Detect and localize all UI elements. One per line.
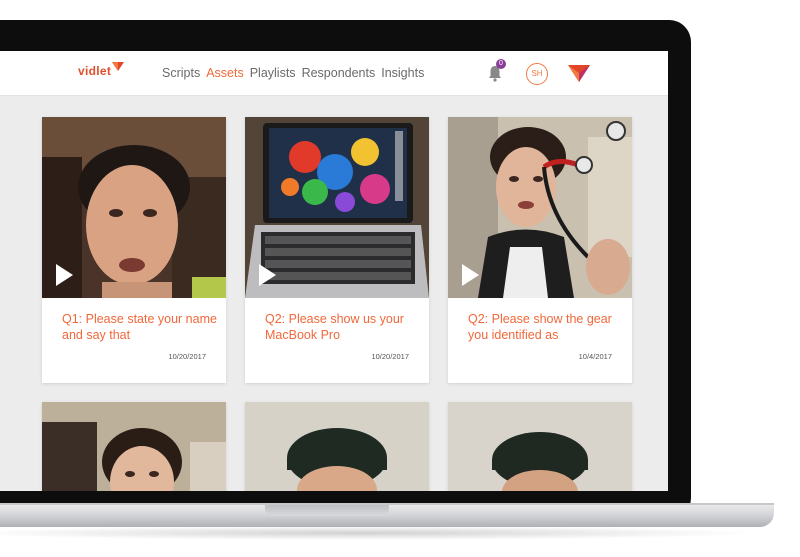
nav-assets[interactable]: Assets — [206, 66, 244, 80]
brand-menu-icon[interactable] — [568, 65, 590, 83]
main-nav: Scripts Assets Playlists Respondents Ins… — [162, 66, 430, 80]
asset-date: 10/20/2017 — [371, 352, 409, 361]
nav-scripts[interactable]: Scripts — [162, 66, 200, 80]
laptop-shadow — [0, 526, 760, 540]
woman-face-2-image — [42, 402, 226, 491]
stage: vidlet Scripts Assets Playlists Responde… — [0, 0, 800, 557]
nav-insights[interactable]: Insights — [381, 66, 424, 80]
asset-card[interactable]: Q2: Please show us your MacBook Pro 10/2… — [245, 117, 429, 383]
asset-date: 10/4/2017 — [578, 352, 612, 361]
play-icon[interactable] — [56, 264, 73, 286]
app-header: vidlet Scripts Assets Playlists Responde… — [0, 51, 668, 96]
laptop-screen: vidlet Scripts Assets Playlists Responde… — [0, 51, 668, 491]
user-avatar[interactable]: SH — [526, 63, 548, 85]
video-thumbnail[interactable] — [448, 402, 632, 491]
laptop-notch — [265, 505, 389, 516]
logo[interactable]: vidlet — [78, 62, 125, 78]
video-thumbnail[interactable] — [448, 117, 632, 298]
man-cap-2-image — [448, 402, 632, 491]
play-icon[interactable] — [259, 264, 276, 286]
notification-badge: 0 — [496, 59, 506, 69]
man-cap-image — [245, 402, 429, 491]
video-thumbnail[interactable] — [245, 402, 429, 491]
asset-card[interactable] — [245, 402, 429, 491]
video-thumbnail[interactable] — [245, 117, 429, 298]
logo-text: vidlet — [78, 64, 112, 78]
asset-card[interactable] — [448, 402, 632, 491]
asset-card[interactable]: Q1: Please state your name and say that … — [42, 117, 226, 383]
asset-date: 10/20/2017 — [168, 352, 206, 361]
logo-chevron-icon — [112, 62, 125, 71]
asset-title[interactable]: Q1: Please state your name and say that — [62, 311, 222, 343]
asset-card[interactable]: Q2: Please show the gear you identified … — [448, 117, 632, 383]
play-icon[interactable] — [462, 264, 479, 286]
asset-title[interactable]: Q2: Please show us your MacBook Pro — [265, 311, 425, 343]
asset-card[interactable] — [42, 402, 226, 491]
video-thumbnail[interactable] — [42, 402, 226, 491]
video-thumbnail[interactable] — [42, 117, 226, 298]
asset-title[interactable]: Q2: Please show the gear you identified … — [468, 311, 628, 343]
nav-playlists[interactable]: Playlists — [250, 66, 296, 80]
nav-respondents[interactable]: Respondents — [302, 66, 376, 80]
